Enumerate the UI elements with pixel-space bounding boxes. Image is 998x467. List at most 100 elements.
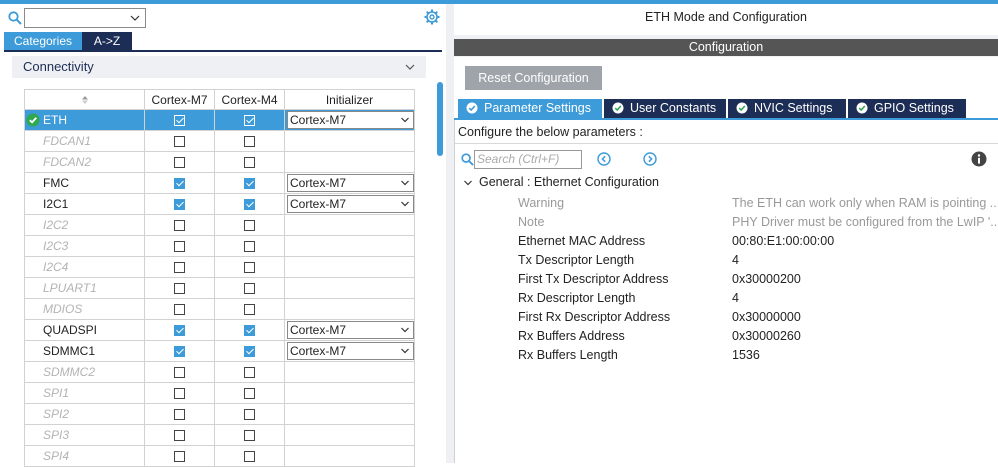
table-row[interactable]: FDCAN2 — [24, 151, 415, 173]
peripheral-name[interactable]: MDIOS — [24, 298, 145, 320]
parameter-value[interactable]: PHY Driver must be configured from the L… — [732, 215, 998, 229]
checkbox-cortex-m4[interactable] — [244, 430, 255, 442]
chevron-down-icon[interactable] — [400, 178, 410, 188]
table-row[interactable]: SPI3 — [24, 424, 415, 446]
checkbox-cortex-m7[interactable] — [174, 157, 185, 169]
table-row[interactable]: ETH Cortex-M7 — [24, 109, 415, 131]
checkbox-cortex-m7[interactable] — [174, 409, 185, 421]
scrollbar-thumb[interactable] — [437, 82, 443, 156]
checkbox-cortex-m4[interactable] — [244, 283, 255, 295]
parameter-row[interactable]: Ethernet MAC Address 00:80:E1:00:00:00 — [518, 232, 998, 251]
gear-icon[interactable] — [424, 9, 440, 25]
checkbox-cortex-m4[interactable] — [244, 199, 255, 211]
peripheral-name[interactable]: SDMMC1 — [24, 340, 145, 362]
checkbox-cortex-m4[interactable] — [244, 346, 255, 358]
peripheral-name[interactable]: FDCAN1 — [24, 130, 145, 152]
peripheral-name[interactable]: I2C1 — [24, 193, 145, 215]
peripheral-name[interactable]: SDMMC2 — [24, 361, 145, 383]
tab-parameter-settings[interactable]: Parameter Settings — [458, 99, 602, 118]
chevron-down-icon[interactable] — [400, 346, 410, 356]
parameter-value[interactable]: The ETH can work only when RAM is pointi… — [732, 196, 998, 210]
checkbox-cortex-m7[interactable] — [174, 304, 185, 316]
chevron-down-icon[interactable] — [400, 199, 410, 209]
parameter-row[interactable]: First Rx Descriptor Address 0x30000000 — [518, 308, 998, 327]
table-row[interactable]: I2C3 — [24, 235, 415, 257]
table-row[interactable]: SPI2 — [24, 403, 415, 425]
peripheral-name[interactable]: QUADSPI — [24, 319, 145, 341]
peripheral-name[interactable]: I2C3 — [24, 235, 145, 257]
checkbox-cortex-m4[interactable] — [244, 220, 255, 232]
checkbox-cortex-m4[interactable] — [244, 262, 255, 274]
peripheral-name[interactable]: I2C2 — [24, 214, 145, 236]
initializer-select[interactable]: Cortex-M7 — [287, 321, 414, 339]
checkbox-cortex-m7[interactable] — [174, 199, 185, 211]
peripheral-name[interactable]: SPI3 — [24, 424, 145, 446]
chevron-left-icon[interactable] — [597, 152, 611, 166]
table-row[interactable]: SDMMC1 Cortex-M7 — [24, 340, 415, 362]
checkbox-cortex-m4[interactable] — [244, 115, 255, 127]
checkbox-cortex-m7[interactable] — [174, 283, 185, 295]
category-header-connectivity[interactable]: Connectivity — [12, 56, 426, 78]
parameter-value[interactable]: 0x30000260 — [732, 329, 998, 343]
header-initializer[interactable]: Initializer — [284, 89, 415, 110]
header-cortex-m7[interactable]: Cortex-M7 — [144, 89, 215, 110]
checkbox-cortex-m4[interactable] — [244, 388, 255, 400]
parameter-value[interactable]: 00:80:E1:00:00:00 — [732, 234, 998, 248]
search-combobox[interactable] — [24, 8, 146, 28]
peripheral-name[interactable]: FDCAN2 — [24, 151, 145, 173]
table-row[interactable]: FMC Cortex-M7 — [24, 172, 415, 194]
checkbox-cortex-m4[interactable] — [244, 136, 255, 148]
parameter-search-input[interactable]: Search (Ctrl+F) — [474, 150, 582, 169]
parameter-row[interactable]: Rx Buffers Length 1536 — [518, 346, 998, 365]
parameter-row[interactable]: Rx Descriptor Length 4 — [518, 289, 998, 308]
info-icon[interactable] — [971, 151, 987, 167]
checkbox-cortex-m7[interactable] — [174, 241, 185, 253]
checkbox-cortex-m7[interactable] — [174, 388, 185, 400]
peripheral-name[interactable]: ETH — [24, 109, 145, 131]
sort-header[interactable] — [24, 89, 145, 110]
table-row[interactable]: FDCAN1 — [24, 130, 415, 152]
table-row[interactable]: I2C2 — [24, 214, 415, 236]
tab-user-constants[interactable]: User Constants — [604, 99, 726, 118]
initializer-select[interactable]: Cortex-M7 — [287, 342, 414, 360]
initializer-select[interactable]: Cortex-M7 — [287, 195, 414, 213]
table-row[interactable]: SPI1 — [24, 382, 415, 404]
chevron-down-icon[interactable] — [129, 12, 141, 24]
checkbox-cortex-m7[interactable] — [174, 346, 185, 358]
checkbox-cortex-m4[interactable] — [244, 325, 255, 337]
checkbox-cortex-m7[interactable] — [174, 262, 185, 274]
checkbox-cortex-m4[interactable] — [244, 304, 255, 316]
parameter-row[interactable]: First Tx Descriptor Address 0x30000200 — [518, 270, 998, 289]
table-row[interactable]: SDMMC2 — [24, 361, 415, 383]
peripheral-name[interactable]: LPUART1 — [24, 277, 145, 299]
table-row[interactable]: SPI4 — [24, 445, 415, 467]
checkbox-cortex-m7[interactable] — [174, 115, 185, 127]
checkbox-cortex-m7[interactable] — [174, 367, 185, 379]
checkbox-cortex-m7[interactable] — [174, 430, 185, 442]
parameter-value[interactable]: 0x30000000 — [732, 310, 998, 324]
checkbox-cortex-m4[interactable] — [244, 451, 255, 463]
checkbox-cortex-m4[interactable] — [244, 409, 255, 421]
parameter-value[interactable]: 4 — [732, 253, 998, 267]
tab-nvic-settings[interactable]: NVIC Settings — [728, 99, 846, 118]
tab-a-to-z[interactable]: A->Z — [82, 32, 132, 50]
checkbox-cortex-m7[interactable] — [174, 136, 185, 148]
chevron-down-icon[interactable] — [400, 115, 410, 125]
table-row[interactable]: I2C4 — [24, 256, 415, 278]
peripheral-name[interactable]: SPI2 — [24, 403, 145, 425]
checkbox-cortex-m4[interactable] — [244, 178, 255, 190]
reset-configuration-button[interactable]: Reset Configuration — [465, 66, 602, 90]
table-row[interactable]: QUADSPI Cortex-M7 — [24, 319, 415, 341]
sort-icon[interactable] — [80, 95, 90, 105]
chevron-down-icon[interactable] — [400, 325, 410, 335]
checkbox-cortex-m7[interactable] — [174, 325, 185, 337]
peripheral-name[interactable]: SPI4 — [24, 445, 145, 467]
tab-categories[interactable]: Categories — [4, 32, 82, 50]
group-general-ethernet[interactable]: General : Ethernet Configuration — [463, 175, 659, 189]
chevron-down-icon[interactable] — [404, 61, 416, 73]
parameter-value[interactable]: 0x30000200 — [732, 272, 998, 286]
tab-gpio-settings[interactable]: GPIO Settings — [848, 99, 966, 118]
parameter-value[interactable]: 4 — [732, 291, 998, 305]
header-cortex-m4[interactable]: Cortex-M4 — [214, 89, 285, 110]
table-row[interactable]: LPUART1 — [24, 277, 415, 299]
